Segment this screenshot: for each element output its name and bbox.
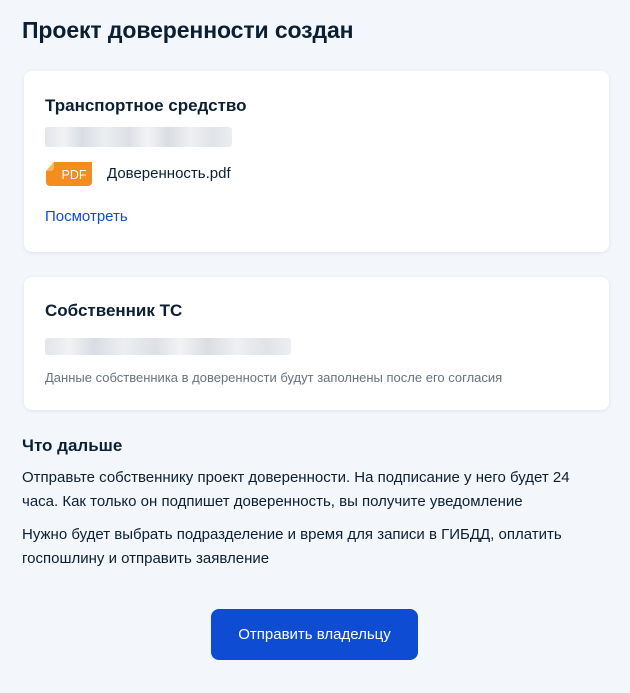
owner-card: Собственник ТС Данные собственника в дов… (24, 277, 609, 410)
page-title: Проект доверенности создан (22, 17, 354, 43)
owner-note: Данные собственника в доверенности будут… (45, 370, 503, 385)
redacted-owner-info (45, 338, 291, 355)
vehicle-card: Транспортное средство PDF Доверенность.p… (24, 71, 609, 252)
next-steps-paragraph: Отправьте собственнику проект довереннос… (22, 469, 570, 510)
send-to-owner-button[interactable]: Отправить владельцу (211, 609, 418, 660)
view-document-link[interactable]: Посмотреть (45, 207, 128, 227)
next-steps-paragraph: Нужно будет выбрать подразделение и врем… (22, 526, 562, 567)
vehicle-card-title: Транспортное средство (45, 96, 247, 115)
pdf-badge-label: PDF (62, 168, 87, 182)
pdf-file-icon: PDF (46, 162, 92, 186)
owner-card-title: Собственник ТС (45, 301, 183, 320)
file-name: Доверенность.pdf (107, 165, 231, 182)
attached-file: PDF Доверенность.pdf (46, 162, 231, 186)
next-steps-heading: Что дальше (22, 436, 123, 455)
next-steps-section: Что дальше Отправьте собственнику проект… (22, 435, 607, 571)
redacted-vehicle-info (45, 127, 232, 147)
